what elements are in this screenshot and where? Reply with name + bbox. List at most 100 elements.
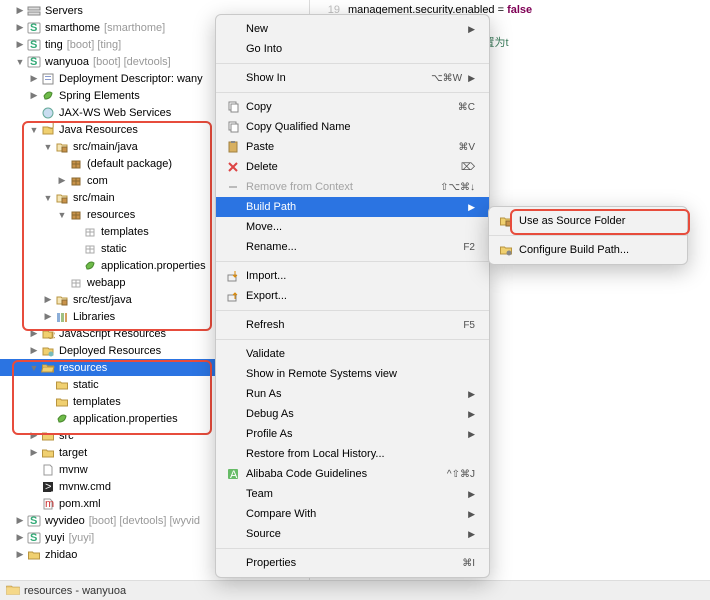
tree-node-label: Servers: [44, 5, 83, 17]
menu-item[interactable]: Compare With▶: [216, 504, 489, 524]
menu-item-label: Restore from Local History...: [246, 448, 475, 460]
menu-item[interactable]: RefreshF5: [216, 315, 489, 335]
disclosure-triangle-icon[interactable]: ▶: [14, 515, 26, 526]
disclosure-triangle-icon[interactable]: ▶: [42, 294, 54, 305]
tree-node-label: yuyi: [44, 532, 65, 544]
boot-icon: S: [26, 54, 42, 70]
menu-separator: [216, 261, 489, 262]
menu-item[interactable]: Paste⌘V: [216, 137, 489, 157]
menu-item[interactable]: Copy Qualified Name: [216, 117, 489, 137]
folder-icon: [26, 547, 42, 563]
menu-item[interactable]: Profile As▶: [216, 424, 489, 444]
pkgsrc-icon: [54, 292, 70, 308]
blank-icon: [224, 366, 242, 382]
disclosure-triangle-icon[interactable]: ▶: [56, 175, 68, 186]
disclosure-triangle-icon[interactable]: ▼: [28, 363, 40, 373]
tree-node-label: wanyuoa: [44, 56, 89, 68]
folder-icon: [54, 394, 70, 410]
disclosure-triangle-icon[interactable]: ▶: [28, 345, 40, 356]
menu-item[interactable]: Team▶: [216, 484, 489, 504]
tree-node-label: Deployment Descriptor: wany: [58, 73, 203, 85]
menu-item[interactable]: Build Path▶: [216, 197, 489, 217]
tree-node-label: pom.xml: [58, 498, 101, 510]
menu-shortcut: F5: [463, 320, 475, 331]
menu-item[interactable]: AAlibaba Code Guidelines^⇧⌘J: [216, 464, 489, 484]
menu-item-label: Alibaba Code Guidelines: [246, 468, 447, 480]
menu-item[interactable]: Show in Remote Systems view: [216, 364, 489, 384]
disclosure-triangle-icon[interactable]: ▶: [14, 39, 26, 50]
disclosure-triangle-icon[interactable]: ▼: [14, 57, 26, 67]
menu-item[interactable]: Rename...F2: [216, 237, 489, 257]
folder-icon: [40, 445, 56, 461]
svg-text:J: J: [49, 123, 55, 132]
disclosure-triangle-icon[interactable]: ▶: [28, 90, 40, 101]
menu-item-label: Import...: [246, 270, 475, 282]
submenu-arrow-icon: ▶: [468, 389, 475, 400]
disclosure-triangle-icon[interactable]: ▶: [28, 430, 40, 441]
export-icon: [224, 288, 242, 304]
tree-node-label: application.properties: [100, 260, 206, 272]
menu-item[interactable]: Copy⌘C: [216, 97, 489, 117]
copy-icon: [224, 119, 242, 135]
tree-node-label: src/main: [72, 192, 115, 204]
disclosure-triangle-icon[interactable]: ▼: [42, 193, 54, 203]
menu-item[interactable]: Run As▶: [216, 384, 489, 404]
menu-item[interactable]: New▶: [216, 19, 489, 39]
blank-icon: [224, 239, 242, 255]
submenu-arrow-icon: ▶: [468, 529, 475, 540]
disclosure-triangle-icon[interactable]: ▶: [14, 549, 26, 560]
build-path-submenu[interactable]: Use as Source Folder Configure Build Path…: [488, 206, 688, 265]
tree-node-decorator: [boot] [devtools] [wyvid: [85, 515, 200, 527]
menu-item[interactable]: Properties⌘I: [216, 553, 489, 573]
menu-shortcut: ⌥⌘W: [431, 73, 462, 84]
disclosure-triangle-icon[interactable]: ▶: [42, 311, 54, 322]
tree-node-label: wyvideo: [44, 515, 85, 527]
menu-item[interactable]: Source▶: [216, 524, 489, 544]
menu-item[interactable]: Delete⌦: [216, 157, 489, 177]
menu-item[interactable]: Validate: [216, 344, 489, 364]
disclosure-triangle-icon[interactable]: ▶: [14, 22, 26, 33]
submenu-item[interactable]: Use as Source Folder: [489, 211, 687, 231]
disclosure-triangle-icon[interactable]: ▶: [28, 447, 40, 458]
tree-node-label: src/main/java: [72, 141, 138, 153]
tree-node-label: src/test/java: [72, 294, 132, 306]
menu-shortcut: ⌘C: [458, 102, 475, 113]
menu-item-label: Copy Qualified Name: [246, 121, 475, 133]
disclosure-triangle-icon[interactable]: ▶: [14, 532, 26, 543]
tree-node-label: (default package): [86, 158, 172, 170]
menu-item[interactable]: Go Into: [216, 39, 489, 59]
menu-item-label: Refresh: [246, 319, 463, 331]
tree-node-label: Deployed Resources: [58, 345, 161, 357]
menu-item[interactable]: Export...: [216, 286, 489, 306]
menu-item-label: Go Into: [246, 43, 475, 55]
disclosure-triangle-icon[interactable]: ▼: [42, 142, 54, 152]
leaf-icon: [82, 258, 98, 274]
disclosure-triangle-icon[interactable]: ▼: [56, 210, 68, 220]
blank-icon: [224, 555, 242, 571]
disclosure-triangle-icon[interactable]: ▶: [28, 73, 40, 84]
leaf-icon: [54, 411, 70, 427]
menu-item[interactable]: Show In⌥⌘W▶: [216, 68, 489, 88]
menu-item[interactable]: Move...: [216, 217, 489, 237]
jsres-icon: JS: [40, 326, 56, 342]
folder-open-icon: [40, 360, 56, 376]
menu-item[interactable]: Import...: [216, 266, 489, 286]
remove-icon: [224, 179, 242, 195]
menu-item-label: Delete: [246, 161, 461, 173]
delete-icon: [224, 159, 242, 175]
blank-icon: [224, 486, 242, 502]
svg-text:S: S: [30, 39, 37, 51]
menu-item[interactable]: Debug As▶: [216, 404, 489, 424]
menu-shortcut: ⌘I: [462, 558, 475, 569]
context-menu[interactable]: New▶ Go Into Show In⌥⌘W▶ Copy⌘C Copy Qualifi…: [215, 14, 490, 578]
pom-icon: m: [40, 496, 56, 512]
submenu-item[interactable]: Configure Build Path...: [489, 240, 687, 260]
disclosure-triangle-icon[interactable]: ▼: [28, 125, 40, 135]
menu-item[interactable]: Restore from Local History...: [216, 444, 489, 464]
disclosure-triangle-icon[interactable]: ▶: [14, 5, 26, 16]
tree-node-label: src: [58, 430, 74, 442]
tree-node-label: JAX-WS Web Services: [58, 107, 171, 119]
lib-icon: [54, 309, 70, 325]
disclosure-triangle-icon[interactable]: ▶: [28, 328, 40, 339]
tree-node-label: static: [100, 243, 127, 255]
